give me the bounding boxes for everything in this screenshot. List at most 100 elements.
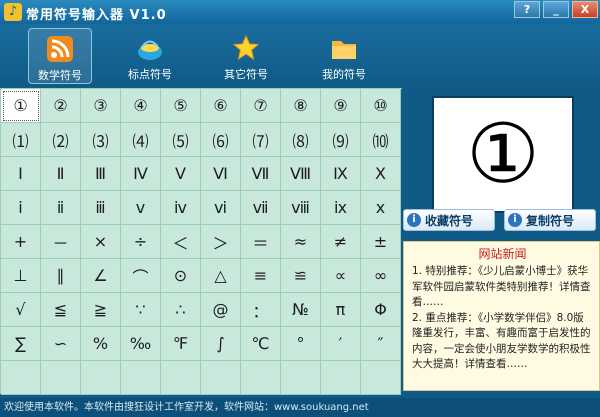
symbol-cell[interactable] — [121, 361, 161, 395]
symbol-cell[interactable]: + — [1, 225, 41, 259]
tab-other-symbols[interactable]: 其它符号 — [214, 28, 278, 84]
favorite-symbol-button[interactable]: i 收藏符号 — [403, 209, 495, 231]
title-bar[interactable]: ♪ 常用符号输入器 V1.0 ? _ X — [0, 0, 600, 24]
symbol-cell[interactable]: △ — [201, 259, 241, 293]
symbol-cell[interactable]: Φ — [361, 293, 401, 327]
symbol-cell[interactable]: ⅷ — [281, 191, 321, 225]
symbol-cell[interactable]: @ — [201, 293, 241, 327]
symbol-cell[interactable]: ∵ — [121, 293, 161, 327]
symbol-cell[interactable]: ⑷ — [121, 123, 161, 157]
symbol-cell[interactable] — [161, 361, 201, 395]
tab-math-symbols[interactable]: 数学符号 — [28, 28, 92, 84]
news-item[interactable]: 2. 重点推荐：《小学数学伴侣》8.0版隆重发行，丰富、有趣而富于启发性的内容，… — [412, 311, 593, 373]
symbol-cell[interactable]: ⑽ — [361, 123, 401, 157]
symbol-cell[interactable]: ⊥ — [1, 259, 41, 293]
symbol-cell[interactable]: ° — [281, 327, 321, 361]
symbol-cell[interactable]: √ — [1, 293, 41, 327]
symbol-cell[interactable]: ÷ — [121, 225, 161, 259]
symbol-cell[interactable] — [281, 361, 321, 395]
symbol-cell[interactable]: Ⅳ — [121, 157, 161, 191]
symbol-cell[interactable]: ⑤ — [161, 89, 201, 123]
symbol-cell[interactable]: ℃ — [241, 327, 281, 361]
symbol-cell[interactable]: ∞ — [361, 259, 401, 293]
symbol-cell[interactable]: ＞ — [201, 225, 241, 259]
symbol-cell[interactable]: Ⅲ — [81, 157, 121, 191]
symbol-cell[interactable]: Ⅰ — [1, 157, 41, 191]
symbol-cell[interactable]: ⅳ — [161, 191, 201, 225]
symbol-cell[interactable]: ⅵ — [201, 191, 241, 225]
symbol-cell[interactable]: ⅲ — [81, 191, 121, 225]
symbol-cell[interactable]: ⑥ — [201, 89, 241, 123]
symbol-cell[interactable]: ⑺ — [241, 123, 281, 157]
symbol-cell[interactable]: ⑧ — [281, 89, 321, 123]
symbol-cell[interactable]: × — [81, 225, 121, 259]
close-button[interactable]: X — [572, 1, 598, 18]
symbol-cell[interactable]: ： — [241, 293, 281, 327]
symbol-cell[interactable]: Ⅹ — [361, 157, 401, 191]
symbol-cell[interactable]: ① — [1, 89, 41, 123]
tab-my-symbols[interactable]: 我的符号 — [312, 28, 376, 84]
symbol-cell[interactable]: ⅱ — [41, 191, 81, 225]
symbol-cell[interactable] — [1, 361, 41, 395]
symbol-cell[interactable] — [361, 361, 401, 395]
symbol-cell[interactable]: ≡ — [241, 259, 281, 293]
symbol-cell[interactable]: ≠ — [321, 225, 361, 259]
symbol-cell[interactable]: ⑴ — [1, 123, 41, 157]
symbol-cell[interactable]: ∴ — [161, 293, 201, 327]
symbol-cell[interactable]: ∥ — [41, 259, 81, 293]
news-item[interactable]: 1. 特别推荐：《少儿启蒙小博士》获华军软件园启蒙软件类特别推荐！详情查看…… — [412, 264, 593, 311]
symbol-cell[interactable]: ⑨ — [321, 89, 361, 123]
symbol-cell[interactable]: ∠ — [81, 259, 121, 293]
symbol-cell[interactable]: ＝ — [241, 225, 281, 259]
symbol-cell[interactable]: Ⅷ — [281, 157, 321, 191]
symbol-cell[interactable]: ∑ — [1, 327, 41, 361]
symbol-cell[interactable]: ⅶ — [241, 191, 281, 225]
symbol-cell[interactable]: ″ — [361, 327, 401, 361]
symbol-cell[interactable]: ⌒ — [121, 259, 161, 293]
symbol-cell[interactable]: ④ — [121, 89, 161, 123]
symbol-cell[interactable]: ∝ — [321, 259, 361, 293]
symbol-cell[interactable]: ⑶ — [81, 123, 121, 157]
symbol-cell[interactable]: － — [41, 225, 81, 259]
symbol-cell[interactable]: ⑹ — [201, 123, 241, 157]
symbol-cell[interactable] — [201, 361, 241, 395]
tab-punctuation[interactable]: 标点符号 — [118, 28, 182, 84]
symbol-cell[interactable]: ＜ — [161, 225, 201, 259]
symbol-cell[interactable]: ≦ — [41, 293, 81, 327]
symbol-cell[interactable]: % — [81, 327, 121, 361]
symbol-cell[interactable]: Ⅱ — [41, 157, 81, 191]
symbol-cell[interactable]: ⅹ — [361, 191, 401, 225]
symbol-cell[interactable] — [41, 361, 81, 395]
help-button[interactable]: ? — [514, 1, 540, 18]
symbol-cell[interactable] — [81, 361, 121, 395]
symbol-cell[interactable]: ⅸ — [321, 191, 361, 225]
symbol-cell[interactable]: ∫ — [201, 327, 241, 361]
symbol-cell[interactable]: ⑩ — [361, 89, 401, 123]
symbol-cell[interactable]: ⑦ — [241, 89, 281, 123]
symbol-cell[interactable]: ⑼ — [321, 123, 361, 157]
symbol-cell[interactable]: ≧ — [81, 293, 121, 327]
symbol-cell[interactable]: π — [321, 293, 361, 327]
symbol-cell[interactable]: ℉ — [161, 327, 201, 361]
symbol-cell[interactable]: № — [281, 293, 321, 327]
symbol-cell[interactable]: ② — [41, 89, 81, 123]
copy-symbol-button[interactable]: i 复制符号 — [504, 209, 596, 231]
symbol-cell[interactable]: ⑵ — [41, 123, 81, 157]
symbol-cell[interactable]: ⅰ — [1, 191, 41, 225]
symbol-cell[interactable] — [241, 361, 281, 395]
symbol-cell[interactable]: ∽ — [41, 327, 81, 361]
symbol-cell[interactable]: ③ — [81, 89, 121, 123]
symbol-cell[interactable]: ‰ — [121, 327, 161, 361]
symbol-cell[interactable]: Ⅴ — [161, 157, 201, 191]
symbol-cell[interactable]: ± — [361, 225, 401, 259]
symbol-cell[interactable]: ≌ — [281, 259, 321, 293]
symbol-cell[interactable]: Ⅶ — [241, 157, 281, 191]
symbol-cell[interactable]: ≈ — [281, 225, 321, 259]
symbol-cell[interactable] — [321, 361, 361, 395]
symbol-cell[interactable]: ⑸ — [161, 123, 201, 157]
symbol-cell[interactable]: ⅴ — [121, 191, 161, 225]
symbol-cell[interactable]: ′ — [321, 327, 361, 361]
minimize-button[interactable]: _ — [543, 1, 569, 18]
symbol-cell[interactable]: Ⅵ — [201, 157, 241, 191]
symbol-cell[interactable]: Ⅸ — [321, 157, 361, 191]
